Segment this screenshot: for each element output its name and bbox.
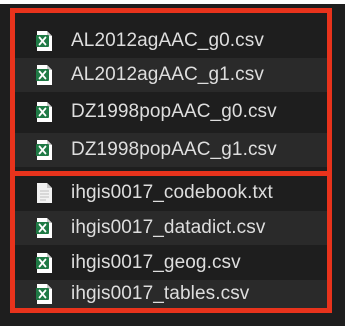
file-list-panel: AL2012agAAC_g0.csv AL2012agAAC_g1.csv DZ… bbox=[0, 0, 345, 326]
highlight-box bbox=[10, 8, 332, 313]
highlight-divider bbox=[10, 171, 332, 176]
